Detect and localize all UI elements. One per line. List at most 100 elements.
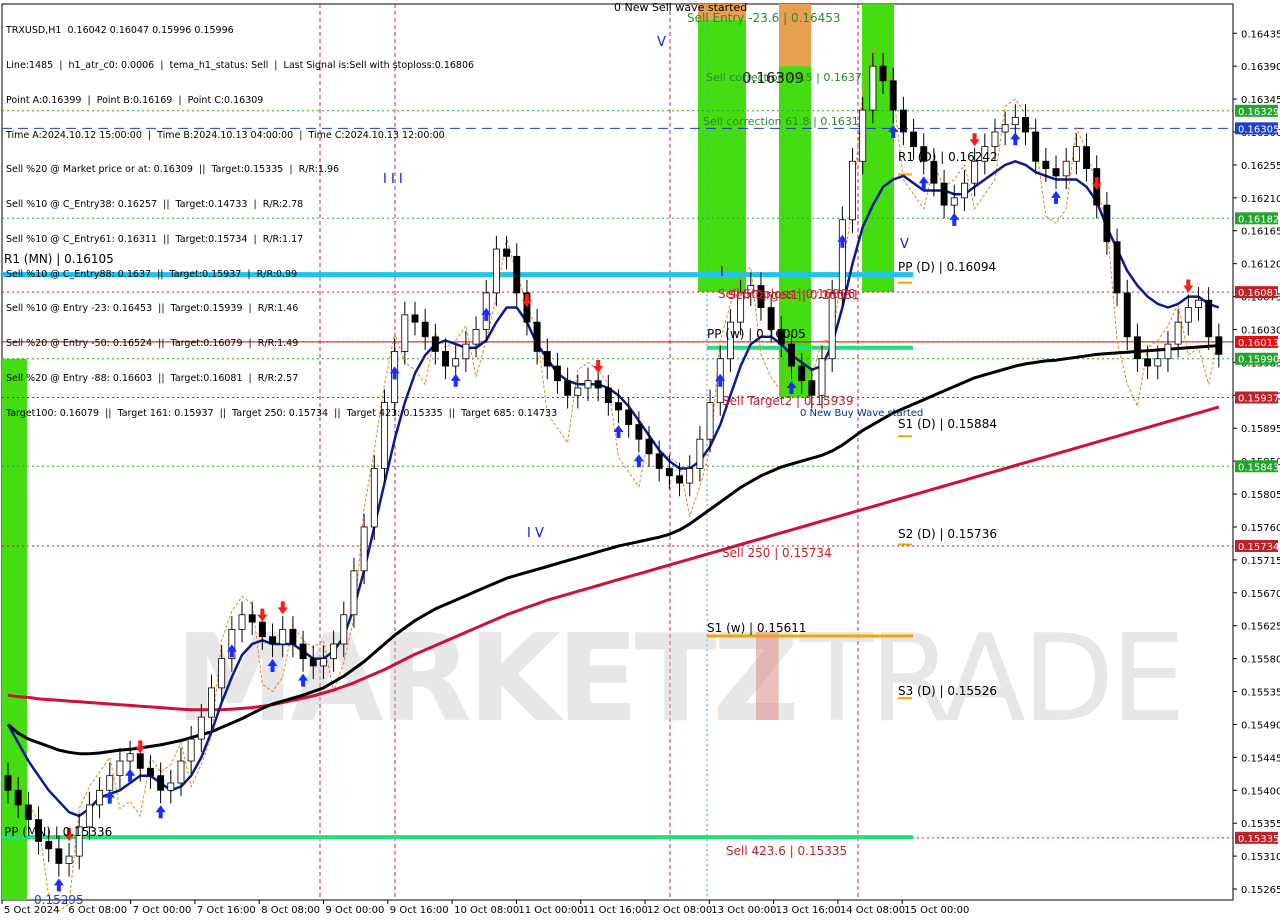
candle-body <box>1011 116 1019 126</box>
candle-body <box>116 760 124 777</box>
y-tick-label: 0.15580 <box>1241 655 1280 666</box>
chart-annotation: Sell Entry -23.6 | 0.16453 <box>687 11 841 25</box>
x-tick-label: 12 Oct 08:00 <box>647 905 712 916</box>
x-tick-label: 6 Oct 08:00 <box>68 905 127 916</box>
info-line: Sell %10 @ C_Entry88: 0.1637 || Target:0… <box>6 268 298 280</box>
candle-body <box>1083 146 1091 169</box>
watermark-part-1: MARKETZ <box>175 610 796 749</box>
candle-body <box>910 131 918 148</box>
candle-body <box>1052 168 1060 177</box>
candle-body <box>879 65 887 82</box>
x-tick-label: 9 Oct 16:00 <box>390 905 449 916</box>
candle-body <box>269 636 277 645</box>
y-tick-label: 0.15670 <box>1241 589 1280 600</box>
x-tick-label: 11 Oct 16:00 <box>583 905 648 916</box>
price-badge-label: 0.16182 <box>1238 214 1279 225</box>
candle-body <box>991 131 999 148</box>
candle-body <box>238 614 246 630</box>
candle-body <box>360 526 368 572</box>
green-zone <box>862 4 894 293</box>
candle-body <box>940 182 948 206</box>
y-tick-label: 0.16255 <box>1241 161 1280 172</box>
candle-body <box>370 468 378 528</box>
candle-body <box>798 365 806 382</box>
candle-body <box>584 380 592 389</box>
candle-body <box>258 621 266 638</box>
candle-body <box>676 475 684 484</box>
candle-body <box>655 453 663 469</box>
candle-body <box>1022 116 1029 133</box>
candle-body <box>1001 124 1009 133</box>
candle-body <box>706 402 714 440</box>
x-tick-label: 11 Oct 00:00 <box>518 905 583 916</box>
wave-label: V <box>900 237 909 252</box>
candle-body <box>218 658 226 689</box>
candle-body <box>65 855 73 864</box>
y-tick-label: 0.16390 <box>1241 62 1280 73</box>
candle-body <box>645 438 653 455</box>
candle-body <box>1205 299 1213 338</box>
candle-body <box>604 387 612 404</box>
candle-body <box>146 767 154 777</box>
y-tick-label: 0.16345 <box>1241 95 1280 106</box>
candle-body <box>838 219 846 294</box>
candle-body <box>1113 241 1121 294</box>
candle-body <box>1174 321 1182 345</box>
candle-body <box>24 804 32 820</box>
y-tick-label: 0.15445 <box>1241 753 1280 764</box>
candle-body <box>1195 299 1202 308</box>
candle-body <box>45 841 53 850</box>
candle-body <box>1184 307 1192 323</box>
candle-body <box>899 109 907 133</box>
x-tick-label: 15 Oct 00:00 <box>904 905 969 916</box>
y-tick-label: 0.16435 <box>1241 29 1280 40</box>
candle-body <box>85 804 93 828</box>
info-line: Line:1485 | h1_atr_c0: 0.0006 | tema_h1_… <box>6 59 475 71</box>
chart-annotation: 0 New Buy Wave started <box>800 408 923 419</box>
candle-body <box>594 380 602 389</box>
level-label: S1 (D) | 0.15884 <box>898 417 997 431</box>
chart-annotation: Sell 423.6 | 0.15335 <box>726 844 847 858</box>
x-tick-label: 13 Oct 00:00 <box>711 905 776 916</box>
candle-body <box>340 614 348 645</box>
chart-annotation: Sell Stoploss | 0.16806 <box>718 287 855 301</box>
price-badge-label: 0.16305 <box>1238 124 1279 135</box>
candle-body <box>1103 204 1111 243</box>
chart-annotation: Sell Target2 | 0.15939 <box>722 394 854 408</box>
candle-body <box>279 628 287 645</box>
candle-body <box>177 760 185 784</box>
info-line: Sell %10 @ C_Entry61: 0.16311 || Target:… <box>6 233 304 245</box>
candle-body <box>615 402 622 411</box>
level-label: PP (MN) | 0.15336 <box>4 825 112 839</box>
y-tick-label: 0.15355 <box>1241 819 1280 830</box>
price-badge-label: 0.15843 <box>1238 462 1279 473</box>
info-line: Time A:2024.10.12 15:00:00 | Time B:2024… <box>6 129 445 141</box>
candle-body <box>55 848 63 864</box>
info-line: Target100: 0.16079 || Target 161: 0.1593… <box>6 407 558 419</box>
price-badge-label: 0.16013 <box>1238 338 1279 349</box>
candle-body <box>696 438 704 469</box>
info-line: Sell %10 @ Entry -23: 0.16453 || Target:… <box>6 303 299 315</box>
info-line: Sell %20 @ Market price or at: 0.16309 |… <box>6 164 340 176</box>
price-badge-label: 0.15937 <box>1238 394 1279 405</box>
candle-body <box>289 628 297 645</box>
level-label: PP (D) | 0.16094 <box>898 260 996 274</box>
green-zone <box>698 4 746 293</box>
candle-body <box>665 468 673 477</box>
x-tick-label: 14 Oct 08:00 <box>840 905 905 916</box>
candle-body <box>350 570 358 616</box>
info-line: Sell %10 @ C_Entry38: 0.16257 || Target:… <box>6 199 304 211</box>
x-tick-label: 10 Oct 08:00 <box>454 905 519 916</box>
watermark-part-3: TRADE <box>799 610 1182 749</box>
candle-body <box>248 614 256 623</box>
y-tick-label: 0.15760 <box>1241 523 1280 534</box>
y-tick-label: 0.15715 <box>1241 556 1280 567</box>
candle-body <box>1215 336 1223 355</box>
wave-label: I V <box>527 526 544 541</box>
y-tick-label: 0.15490 <box>1241 720 1280 731</box>
candle-body <box>126 753 134 762</box>
candle-body <box>187 738 195 762</box>
candle-body <box>136 753 144 769</box>
candle-body <box>930 160 938 184</box>
candle-body <box>1072 146 1080 162</box>
